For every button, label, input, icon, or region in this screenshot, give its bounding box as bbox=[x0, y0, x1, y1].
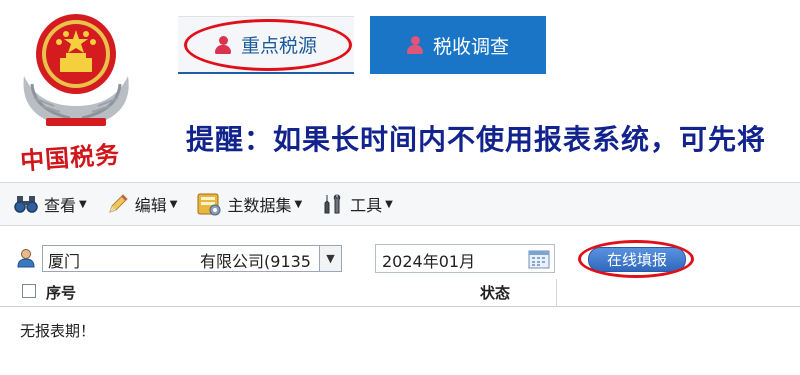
period-input[interactable]: 2024年01月 bbox=[375, 244, 555, 273]
user-icon bbox=[17, 249, 35, 268]
calendar-icon[interactable] bbox=[528, 249, 550, 269]
select-all-checkbox[interactable] bbox=[22, 284, 36, 298]
binoculars-icon bbox=[14, 196, 38, 213]
empty-message: 无报表期！ bbox=[20, 322, 96, 340]
company-name-prefix: 厦门 bbox=[48, 252, 81, 271]
chevron-down-icon: ▼ bbox=[79, 198, 87, 210]
chevron-down-icon: ▼ bbox=[294, 198, 303, 210]
chevron-down-icon: ▼ bbox=[385, 198, 393, 210]
tools-icon bbox=[324, 194, 341, 214]
column-divider bbox=[556, 279, 557, 307]
redacted-text bbox=[80, 251, 201, 267]
tab-label: 税收调查 bbox=[432, 35, 509, 58]
menu-tools-label: 工具 bbox=[350, 196, 383, 215]
tab-tax-survey[interactable]: 税收调查 bbox=[370, 16, 546, 74]
company-name-suffix: 有限公司(9135 bbox=[200, 252, 311, 271]
company-select[interactable]: 厦门 有限公司(9135 ▼ bbox=[42, 245, 342, 272]
menu-master-dataset[interactable]: 主数据集 ▼ bbox=[197, 192, 302, 216]
menu-tools[interactable]: 工具 ▼ bbox=[322, 192, 393, 216]
toolbar: 查看 ▼ 编辑 ▼ 主数据集 ▼ 工具 ▼ bbox=[0, 182, 800, 226]
user-icon bbox=[406, 36, 423, 54]
menu-view-label: 查看 bbox=[44, 196, 77, 215]
period-value: 2024年01月 bbox=[382, 252, 476, 271]
menu-edit[interactable]: 编辑 ▼ bbox=[107, 192, 178, 216]
notice-banner: 提醒：如果长时间内不使用报表系统，可先将 bbox=[186, 123, 767, 156]
annotation-circle bbox=[184, 19, 352, 71]
menu-edit-label: 编辑 bbox=[134, 196, 167, 215]
column-header-status: 状态 bbox=[480, 284, 511, 302]
dropdown-arrow-icon[interactable]: ▼ bbox=[319, 246, 341, 271]
menu-view[interactable]: 查看 ▼ bbox=[14, 192, 87, 216]
pencil-icon bbox=[108, 194, 128, 213]
dataset-icon bbox=[197, 193, 221, 216]
table-header: 序号 状态 bbox=[0, 279, 800, 307]
annotation-circle bbox=[578, 240, 694, 278]
chevron-down-icon: ▼ bbox=[169, 198, 178, 210]
report-system-page: 中国税务 重点税源 税收调查 提醒：如果长时间内不使用报表系统，可先将 查看 ▼ bbox=[0, 0, 800, 375]
menu-master-dataset-label: 主数据集 bbox=[227, 196, 292, 215]
column-header-seq: 序号 bbox=[46, 284, 77, 302]
logo-text: 中国税务 bbox=[19, 139, 122, 176]
